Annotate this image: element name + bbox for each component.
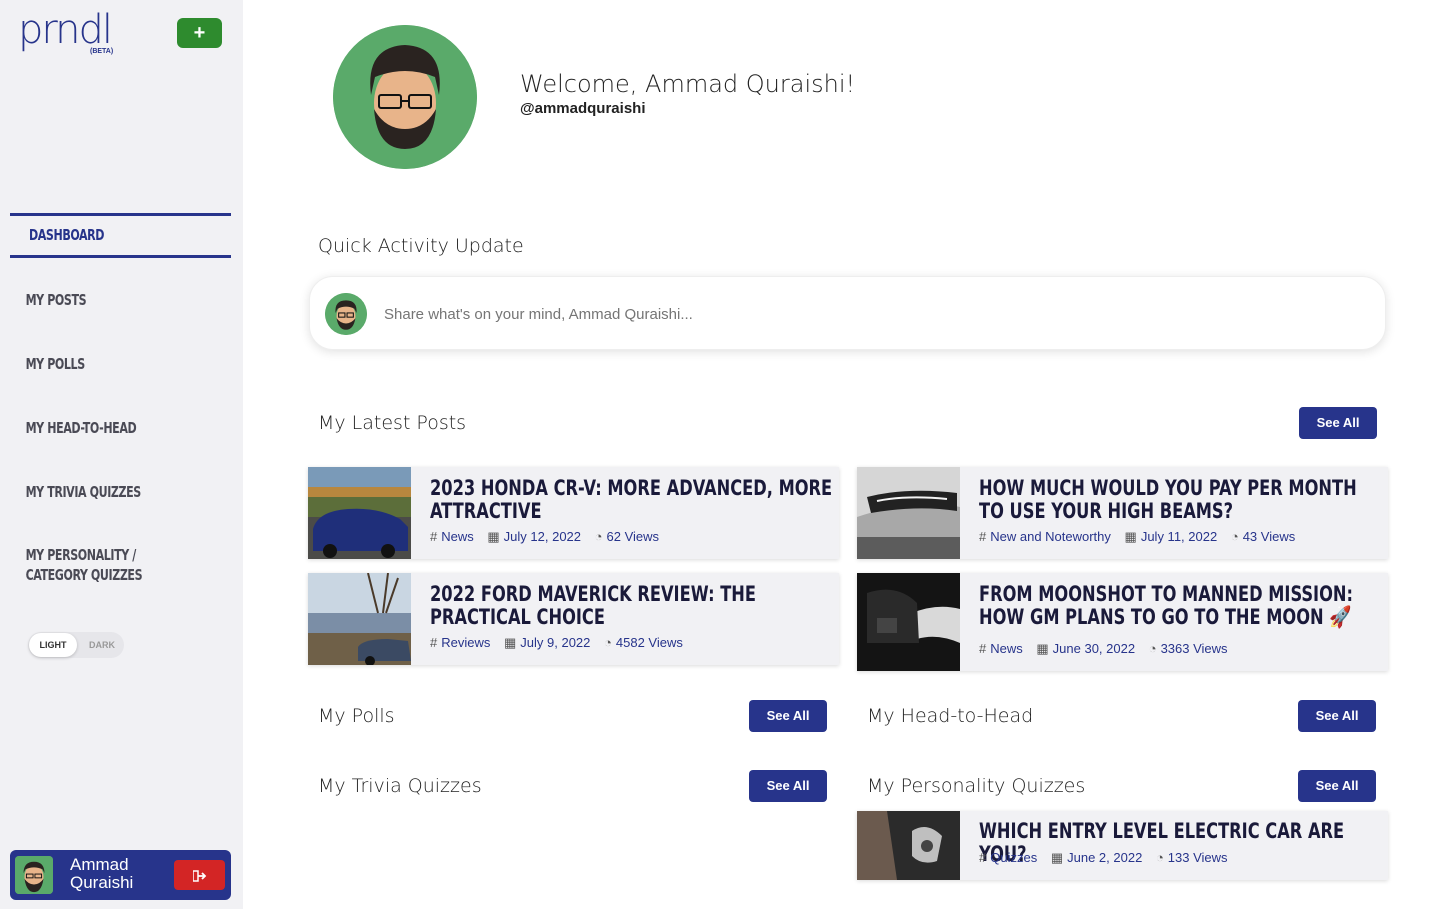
calendar-icon: ▦: [487, 529, 500, 544]
logout-button[interactable]: [174, 860, 225, 890]
profile-avatar[interactable]: [333, 25, 477, 169]
sidebar-item-my-polls[interactable]: My Polls: [10, 355, 191, 373]
sidebar-item-label: Dashboard: [29, 226, 105, 244]
post-category[interactable]: New and Noteworthy: [990, 529, 1111, 544]
ev-charger-image-icon: [857, 811, 960, 880]
user-card: Ammad Quraishi: [10, 850, 231, 900]
post-title[interactable]: 2023 Honda CR-V: More Advanced, More Att…: [430, 477, 834, 523]
quick-activity-title: Quick Activity Update: [318, 235, 524, 257]
calendar-icon: ▦: [503, 635, 517, 650]
avatar[interactable]: [15, 856, 53, 894]
calendar-icon: ▦: [1050, 850, 1064, 865]
calendar-icon: ▦: [1124, 529, 1137, 544]
personality-see-all-button[interactable]: See All: [1298, 770, 1376, 802]
post-meta: # Quizzes ▦ June 2, 2022 ◔ 133 Views: [979, 850, 1228, 866]
post-views: 133 Views: [1167, 850, 1228, 865]
post-thumbnail: [857, 573, 960, 671]
avatar-face-icon: [15, 856, 53, 894]
polls-see-all-button[interactable]: See All: [749, 700, 827, 732]
head-to-head-title: My Head-to-Head: [867, 705, 1034, 727]
sidebar: prndl (BETA) + Dashboard My Posts My Pol…: [0, 0, 243, 909]
post-card[interactable]: 2022 Ford Maverick Review: The Practical…: [308, 573, 839, 665]
post-title[interactable]: How much would you pay per month to use …: [979, 477, 1383, 523]
calendar-icon: ▦: [1036, 641, 1049, 656]
post-thumbnail: [308, 573, 411, 665]
latest-posts-see-all-button[interactable]: See All: [1299, 407, 1377, 439]
logo-beta: (BETA): [90, 48, 114, 55]
quick-activity-input[interactable]: [384, 299, 1284, 329]
add-button[interactable]: +: [177, 18, 222, 48]
hash-icon: #: [430, 529, 438, 544]
post-date: July 9, 2022: [520, 635, 591, 650]
views-icon: ◔: [604, 635, 612, 650]
avatar-face-icon: [333, 25, 477, 169]
car-image-icon: [308, 467, 411, 559]
post-card[interactable]: 2023 Honda CR-V: More Advanced, More Att…: [308, 467, 839, 559]
logo-text: prndl: [18, 7, 113, 53]
sidebar-item-my-head-to-head[interactable]: My Head-to-Head: [10, 419, 191, 437]
logo[interactable]: prndl (BETA): [18, 8, 118, 58]
quick-activity-box: [309, 276, 1386, 350]
trivia-title: My Trivia Quizzes: [318, 775, 482, 797]
post-meta: # New and Noteworthy ▦ July 11, 2022 ◔ 43 V…: [979, 529, 1295, 545]
welcome-heading: Welcome, Ammad Quraishi!: [520, 70, 856, 98]
views-icon: ◔: [1230, 529, 1239, 544]
hash-icon: #: [430, 635, 438, 650]
post-card[interactable]: How much would you pay per month to use …: [857, 467, 1388, 559]
theme-dark-option[interactable]: DARK: [80, 633, 124, 657]
head-to-head-see-all-button[interactable]: See All: [1298, 700, 1376, 732]
moon-vehicle-image-icon: [857, 573, 960, 671]
hash-icon: #: [979, 850, 987, 865]
headlight-image-icon: [857, 467, 960, 559]
avatar-face-icon: [325, 293, 367, 335]
post-views: 62 Views: [606, 529, 660, 544]
post-category[interactable]: News: [441, 529, 474, 544]
app-root: prndl (BETA) + Dashboard My Posts My Pol…: [0, 0, 1456, 909]
post-category[interactable]: Quizzes: [990, 850, 1037, 865]
post-date: June 2, 2022: [1067, 850, 1143, 865]
truck-image-icon: [308, 573, 411, 665]
user-name: Ammad Quraishi: [70, 856, 170, 892]
sidebar-nav: Dashboard My Posts My Polls My Head-to-H…: [10, 213, 231, 585]
personality-title: My Personality Quizzes: [867, 775, 1086, 797]
views-icon: ◔: [1148, 641, 1157, 656]
post-thumbnail: [857, 467, 960, 559]
user-last-name: Quraishi: [70, 873, 134, 892]
logout-icon: [191, 870, 206, 883]
hash-icon: #: [979, 641, 987, 656]
post-card[interactable]: Which Entry Level Electric Car Are You? …: [857, 811, 1388, 880]
post-views: 43 Views: [1242, 529, 1296, 544]
polls-title: My Polls: [318, 705, 395, 727]
post-meta: # News ▦ June 30, 2022 ◔ 3363 Views: [979, 641, 1228, 657]
sidebar-item-my-posts[interactable]: My Posts: [10, 291, 191, 309]
latest-posts-title: My Latest Posts: [318, 412, 467, 434]
sidebar-item-my-personality-quizzes[interactable]: My Personality / Category Quizzes: [10, 545, 199, 585]
sidebar-item-dashboard[interactable]: Dashboard: [10, 213, 231, 258]
user-first-name: Ammad: [70, 855, 129, 874]
trivia-see-all-button[interactable]: See All: [749, 770, 827, 802]
post-meta: # Reviews ▦ July 9, 2022 ◔ 4582 Views: [430, 635, 683, 651]
views-icon: ◔: [594, 529, 603, 544]
post-title[interactable]: 2022 Ford Maverick Review: The Practical…: [430, 583, 834, 629]
views-icon: ◔: [1155, 850, 1164, 865]
post-category[interactable]: Reviews: [441, 635, 490, 650]
post-date: July 12, 2022: [503, 529, 582, 544]
post-date: June 30, 2022: [1052, 641, 1136, 656]
avatar: [325, 293, 367, 335]
theme-light-option[interactable]: LIGHT: [29, 633, 77, 657]
post-views: 3363 Views: [1160, 641, 1228, 656]
post-thumbnail: [857, 811, 960, 880]
post-date: July 11, 2022: [1140, 529, 1218, 544]
main-content: Welcome, Ammad Quraishi! @ammadquraishi …: [243, 0, 1456, 909]
user-handle: @ammadquraishi: [520, 100, 646, 117]
post-views: 4582 Views: [615, 635, 683, 650]
post-category[interactable]: News: [990, 641, 1023, 656]
post-thumbnail: [308, 467, 411, 559]
post-meta: # News ▦ July 12, 2022 ◔ 62 Views: [430, 529, 659, 545]
post-card[interactable]: From Moonshot to Manned Mission: How GM …: [857, 573, 1388, 671]
sidebar-item-my-trivia-quizzes[interactable]: My Trivia Quizzes: [10, 483, 191, 501]
theme-toggle[interactable]: LIGHT DARK: [28, 632, 124, 658]
hash-icon: #: [979, 529, 987, 544]
post-title[interactable]: From Moonshot to Manned Mission: How GM …: [979, 583, 1383, 629]
